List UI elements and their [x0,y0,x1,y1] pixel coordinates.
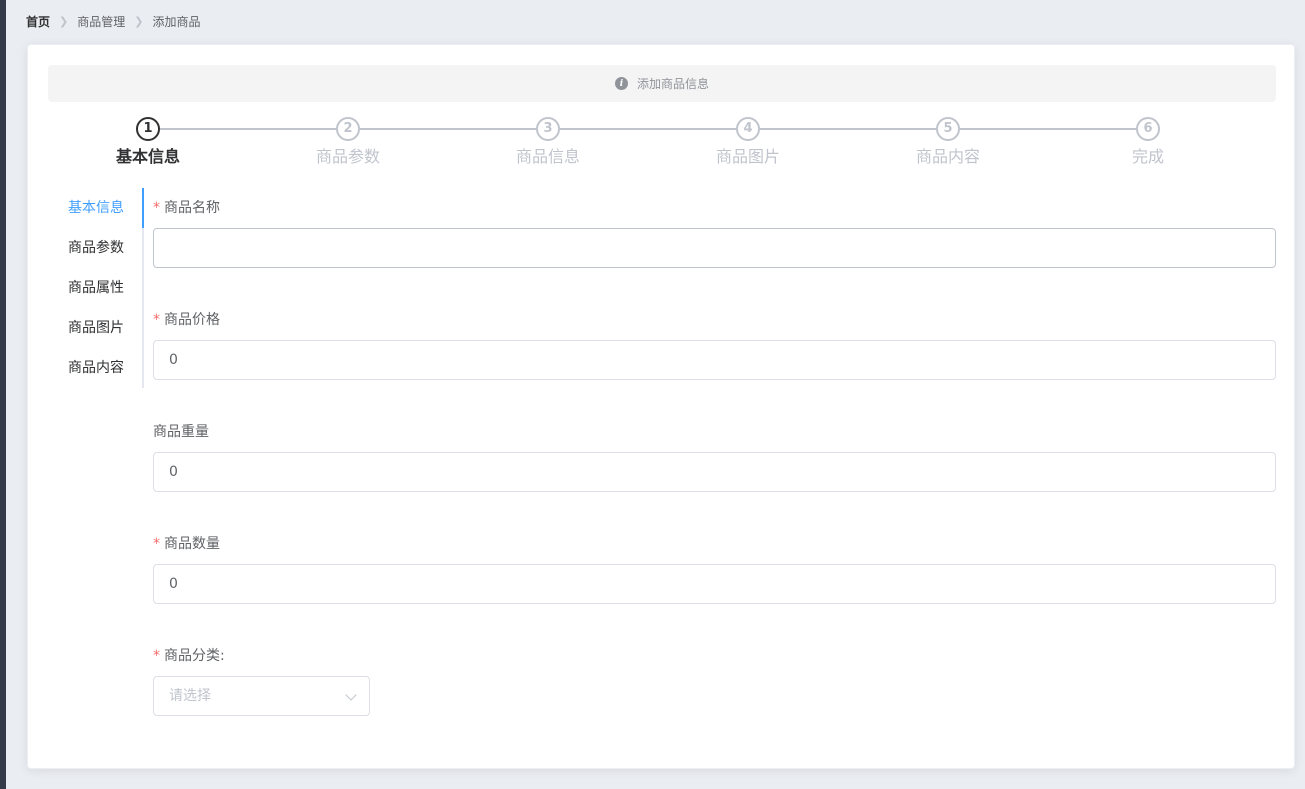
info-icon: i [614,77,628,90]
goods-category-label-text: 商品分类: [164,648,225,664]
sidebar-edge [0,0,6,789]
step-title: 完成 [1131,147,1164,166]
vertical-tabs: 基本信息 商品参数 商品属性 商品图片 商品内容 [48,188,144,388]
goods-weight-label: 商品重量 [153,424,209,440]
form-item-goods-name: * 商品名称 [153,188,1276,268]
required-mark: * [153,536,160,552]
goods-name-input[interactable] [153,228,1276,268]
goods-number-input[interactable] [153,564,1276,604]
breadcrumb-add-goods: 添加商品 [152,14,201,29]
goods-category-label: * 商品分类: [153,636,1276,676]
tab-goods-attrs[interactable]: 商品属性 [48,268,142,308]
step-number: 1 [136,117,160,141]
step-title: 商品参数 [315,147,380,166]
form-item-goods-price: * 商品价格 [153,300,1276,380]
tab-goods-images[interactable]: 商品图片 [48,308,142,348]
required-mark: * [153,200,160,216]
step-number: 4 [736,117,760,141]
breadcrumb: 首页 ❯ 商品管理 ❯ 添加商品 [26,13,200,29]
alert-text: 添加商品信息 [636,77,709,91]
step-6: 6 完成 [1048,117,1248,165]
breadcrumb-home[interactable]: 首页 [26,13,50,30]
goods-price-label: * 商品价格 [153,300,1276,340]
steps-bar: 1 基本信息 2 商品参数 3 商品信息 4 商品图片 5 商品内容 6 完成 [48,117,1276,173]
goods-price-label-text: 商品价格 [164,312,220,328]
chevron-right-icon: ❯ [59,14,69,28]
tab-goods-params[interactable]: 商品参数 [48,228,142,268]
goods-category-select[interactable]: 请选择 [153,676,370,716]
goods-price-input[interactable] [153,340,1276,380]
goods-number-label: * 商品数量 [153,524,1276,564]
chevron-down-icon [345,689,357,701]
step-3: 3 商品信息 [448,117,648,165]
step-number: 2 [336,117,360,141]
form-item-goods-weight: 商品重量 [153,412,1276,492]
step-number: 3 [536,117,560,141]
goods-name-label: * 商品名称 [153,188,1276,228]
goods-number-label-text: 商品数量 [164,536,220,552]
breadcrumb-goods-manage: 商品管理 [77,14,126,29]
tab-basic-info[interactable]: 基本信息 [48,188,144,228]
required-mark: * [153,312,160,328]
step-5: 5 商品内容 [848,117,1048,165]
info-alert: i 添加商品信息 [48,65,1276,102]
goods-name-label-text: 商品名称 [164,200,220,216]
step-title: 商品内容 [915,147,980,166]
form-item-goods-number: * 商品数量 [153,524,1276,604]
select-placeholder: 请选择 [169,688,211,704]
step-number: 5 [936,117,960,141]
step-title: 商品信息 [515,147,580,166]
required-mark: * [153,648,160,664]
goods-weight-input[interactable] [153,452,1276,492]
step-1: 1 基本信息 [48,117,248,165]
step-title: 商品图片 [715,147,780,166]
step-2: 2 商品参数 [248,117,448,165]
chevron-right-icon: ❯ [134,14,144,28]
form-item-goods-category: * 商品分类: 请选择 [153,636,1276,716]
main-card: i 添加商品信息 1 基本信息 2 商品参数 3 商品信息 4 商品图片 5 商… [27,44,1295,769]
step-4: 4 商品图片 [648,117,848,165]
step-title: 基本信息 [115,147,180,166]
tab-goods-content[interactable]: 商品内容 [48,348,142,388]
step-number: 6 [1136,117,1160,141]
